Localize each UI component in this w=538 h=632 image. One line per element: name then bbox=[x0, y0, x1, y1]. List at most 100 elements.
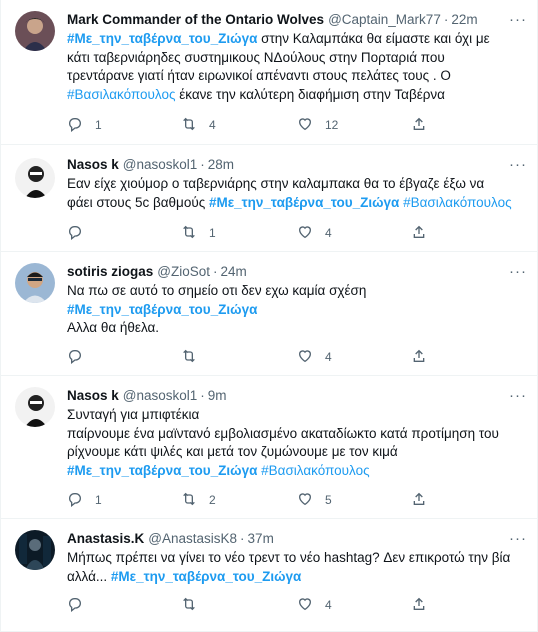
more-options-icon[interactable]: ··· bbox=[509, 263, 527, 280]
like-count: 4 bbox=[324, 350, 332, 364]
tweet[interactable]: Nasos k @nasoskol1 · 9m ··· Συνταγή για … bbox=[1, 376, 537, 519]
text-segment: Μήπως πρέπει να γίνει το νέο τρεντ το νέ… bbox=[67, 550, 511, 565]
reply-button[interactable] bbox=[67, 595, 181, 615]
tweet-actions: 1 4 bbox=[67, 223, 427, 243]
reply-button[interactable]: 1 bbox=[67, 115, 181, 135]
retweet-button[interactable]: 1 bbox=[181, 223, 297, 243]
text-segment: Αλλα θα ήθελα. bbox=[67, 320, 160, 335]
text-segment: παίρνουμε ένα μαϊντανό εμβολιασμένο ακατ… bbox=[67, 425, 499, 441]
heart-icon bbox=[297, 348, 313, 367]
share-button[interactable] bbox=[411, 115, 427, 135]
timestamp[interactable]: 28m bbox=[208, 156, 234, 174]
text-segment: έκανε την καλύτερη διαφήμιση στην Ταβέρν… bbox=[175, 86, 445, 102]
heart-icon bbox=[297, 491, 313, 510]
timestamp[interactable]: 9m bbox=[208, 387, 227, 405]
retweet-icon bbox=[181, 116, 197, 135]
display-name[interactable]: Anastasis.K bbox=[67, 530, 144, 548]
tweet[interactable]: Mark Commander of the Ontario Wolves @Ca… bbox=[1, 0, 537, 145]
tweet-actions: 1 2 5 bbox=[67, 490, 427, 510]
like-button[interactable]: 12 bbox=[297, 115, 411, 135]
hashtag-link[interactable]: #Βασιλακόπουλος bbox=[403, 195, 511, 210]
text-segment: στην Καλαμπάκα θα είμαστε και όχι με bbox=[257, 31, 490, 46]
tweet-text: Μήπως πρέπει να γίνει το νέο τρεντ το νέ… bbox=[67, 549, 527, 586]
separator: · bbox=[213, 264, 218, 279]
more-options-icon[interactable]: ··· bbox=[509, 11, 527, 28]
text-line: #Με_την_ταβέρνα_του_Ζιώγα στην Καλαμπάκα… bbox=[67, 30, 527, 49]
share-button[interactable] bbox=[411, 223, 427, 243]
text-segment: αλλά... bbox=[67, 568, 111, 584]
text-line: Συνταγή για μπιφτέκια bbox=[67, 406, 527, 425]
user-handle[interactable]: @ZioSot bbox=[157, 263, 210, 281]
retweet-button[interactable] bbox=[181, 347, 297, 367]
share-button[interactable] bbox=[411, 347, 427, 367]
text-segment: Εαν είχε χιούμορ ο ταβερνιάρης στην καλα… bbox=[67, 176, 485, 191]
user-handle[interactable]: @AnastasisK8 bbox=[148, 530, 237, 548]
tweet-text: Εαν είχε χιούμορ ο ταβερνιάρης στην καλα… bbox=[67, 175, 527, 212]
avatar[interactable] bbox=[15, 11, 55, 51]
heart-icon bbox=[297, 596, 313, 615]
share-button[interactable] bbox=[411, 595, 427, 615]
hashtag-link[interactable]: #Με_την_ταβέρνα_του_Ζιώγα bbox=[209, 195, 399, 210]
tweet[interactable]: sotiris ziogas @ZioSot · 24m ··· Να πω σ… bbox=[1, 252, 537, 376]
tweet-header: Anastasis.K @AnastasisK8 · 37m bbox=[67, 530, 527, 548]
heart-icon bbox=[297, 116, 313, 135]
share-icon bbox=[411, 596, 427, 615]
share-button[interactable] bbox=[411, 490, 427, 510]
tweet-feed: Mark Commander of the Ontario Wolves @Ca… bbox=[0, 0, 538, 632]
display-name[interactable]: Mark Commander of the Ontario Wolves bbox=[67, 11, 324, 29]
hashtag-link[interactable]: #Με_την_ταβέρνα_του_Ζιώγα bbox=[67, 302, 257, 317]
user-handle[interactable]: @nasoskol1 bbox=[123, 387, 198, 405]
display-name[interactable]: sotiris ziogas bbox=[67, 263, 153, 281]
like-count: 5 bbox=[324, 493, 332, 507]
retweet-icon bbox=[181, 348, 197, 367]
text-line: παίρνουμε ένα μαϊντανό εμβολιασμένο ακατ… bbox=[67, 425, 527, 444]
user-handle[interactable]: @Captain_Mark77 bbox=[328, 11, 441, 29]
retweet-count: 1 bbox=[209, 226, 216, 240]
more-options-icon[interactable]: ··· bbox=[509, 530, 527, 547]
like-button[interactable]: 5 bbox=[297, 490, 411, 510]
timestamp[interactable]: 22m bbox=[451, 11, 477, 29]
hashtag-link[interactable]: #Με_την_ταβέρνα_του_Ζιώγα bbox=[67, 31, 257, 46]
more-options-icon[interactable]: ··· bbox=[509, 387, 527, 404]
reply-icon bbox=[67, 116, 83, 135]
hashtag-link[interactable]: #Με_την_ταβέρνα_του_Ζιώγα bbox=[111, 569, 301, 584]
like-button[interactable]: 4 bbox=[297, 595, 411, 615]
timestamp[interactable]: 24m bbox=[221, 263, 247, 281]
retweet-count: 4 bbox=[209, 118, 216, 132]
text-line: τρεντάρανε γιατί ήταν ειρωνικοί απέναντι… bbox=[67, 67, 527, 86]
tweet-actions: 1 4 12 bbox=[67, 115, 427, 135]
like-count: 12 bbox=[324, 118, 339, 132]
timestamp[interactable]: 37m bbox=[248, 530, 274, 548]
reply-count: 1 bbox=[95, 493, 102, 507]
avatar[interactable] bbox=[15, 387, 55, 427]
tweet[interactable]: Nasos k @nasoskol1 · 28m ··· Εαν είχε χι… bbox=[1, 145, 537, 252]
display-name[interactable]: Nasos k bbox=[67, 156, 119, 174]
reply-button[interactable]: 1 bbox=[67, 490, 181, 510]
tweet[interactable]: Anastasis.K @AnastasisK8 · 37m ··· Μήπως… bbox=[1, 519, 537, 632]
reply-icon bbox=[67, 596, 83, 615]
reply-icon bbox=[67, 224, 83, 243]
tweet-actions: 4 bbox=[67, 347, 427, 367]
user-handle[interactable]: @nasoskol1 bbox=[123, 156, 198, 174]
reply-button[interactable] bbox=[67, 347, 181, 367]
display-name[interactable]: Nasos k bbox=[67, 387, 119, 405]
hashtag-link[interactable]: #Βασιλακόπουλος bbox=[261, 463, 369, 478]
hashtag-link[interactable]: #Βασιλακόπουλος bbox=[67, 87, 175, 102]
tweet-actions: 4 bbox=[67, 595, 427, 615]
text-line: Μήπως πρέπει να γίνει το νέο τρεντ το νέ… bbox=[67, 549, 527, 568]
retweet-button[interactable]: 4 bbox=[181, 115, 297, 135]
hashtag-link[interactable]: #Με_την_ταβέρνα_του_Ζιώγα bbox=[67, 463, 257, 478]
text-line: #Με_την_ταβέρνα_του_Ζιώγα #Βασιλακόπουλο… bbox=[67, 462, 527, 481]
separator: · bbox=[200, 157, 205, 172]
share-icon bbox=[411, 224, 427, 243]
avatar[interactable] bbox=[15, 158, 55, 198]
retweet-button[interactable]: 2 bbox=[181, 490, 297, 510]
avatar[interactable] bbox=[15, 263, 55, 303]
text-segment: Συνταγή για μπιφτέκια bbox=[67, 407, 200, 422]
more-options-icon[interactable]: ··· bbox=[509, 156, 527, 173]
avatar[interactable] bbox=[15, 530, 55, 570]
retweet-button[interactable] bbox=[181, 595, 297, 615]
like-button[interactable]: 4 bbox=[297, 347, 411, 367]
reply-button[interactable] bbox=[67, 223, 181, 243]
like-button[interactable]: 4 bbox=[297, 223, 411, 243]
